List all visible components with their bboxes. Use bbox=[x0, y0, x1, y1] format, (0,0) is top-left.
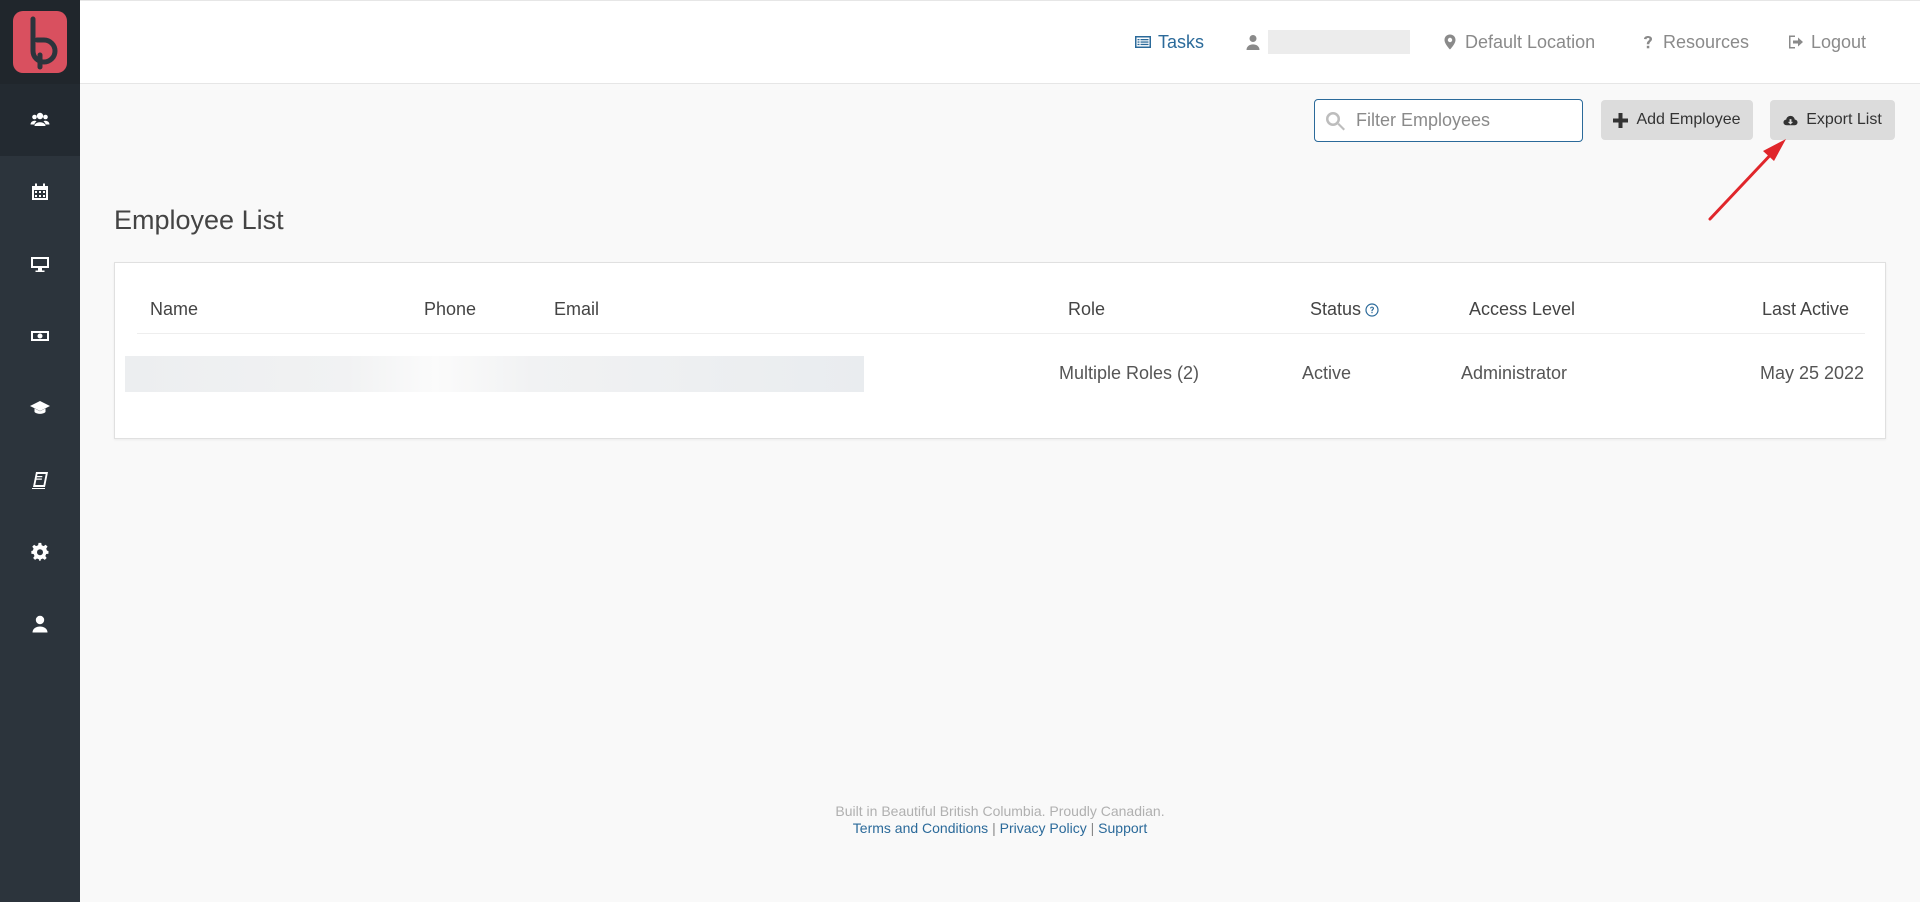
resources-link[interactable]: Resources bbox=[1640, 29, 1749, 55]
column-header-name[interactable]: Name bbox=[150, 299, 198, 320]
question-icon bbox=[1644, 36, 1652, 49]
book-icon bbox=[32, 472, 48, 489]
search-icon bbox=[1326, 111, 1345, 130]
logo-box[interactable] bbox=[0, 0, 80, 84]
users-icon bbox=[30, 112, 50, 126]
monitor-icon bbox=[31, 257, 49, 272]
sidebar-item-devices[interactable] bbox=[0, 228, 80, 300]
logout-link[interactable]: Logout bbox=[1788, 29, 1866, 55]
brand-logo bbox=[13, 11, 67, 73]
user-icon bbox=[1246, 35, 1260, 50]
sidebar-item-account[interactable] bbox=[0, 588, 80, 660]
gear-icon bbox=[31, 542, 49, 561]
tasks-link[interactable]: Tasks bbox=[1135, 29, 1204, 55]
employee-table: Name Phone Email Role Status Access Leve… bbox=[114, 262, 1886, 439]
row-status: Active bbox=[1302, 363, 1352, 383]
header-divider bbox=[137, 333, 1865, 334]
calendar-icon bbox=[32, 183, 48, 200]
column-header-email[interactable]: Email bbox=[554, 299, 599, 320]
money-icon bbox=[31, 331, 49, 341]
sidebar-item-documents[interactable] bbox=[0, 444, 80, 516]
plus-icon bbox=[1613, 112, 1629, 128]
redacted-contact-info bbox=[125, 356, 864, 392]
graduation-cap-icon bbox=[30, 401, 50, 414]
cloud-download-icon bbox=[1783, 115, 1798, 125]
user-menu[interactable] bbox=[1245, 29, 1410, 55]
filter-employees-field[interactable] bbox=[1314, 99, 1583, 142]
location-link[interactable]: Default Location bbox=[1442, 29, 1595, 55]
user-icon bbox=[32, 615, 48, 633]
filter-employees-input[interactable] bbox=[1356, 110, 1556, 131]
support-link[interactable]: Support bbox=[1098, 820, 1147, 836]
row-role: Multiple Roles (2) bbox=[1059, 363, 1200, 383]
column-header-phone[interactable]: Phone bbox=[424, 299, 476, 320]
column-header-status[interactable]: Status bbox=[1310, 299, 1379, 320]
logout-icon bbox=[1789, 35, 1803, 49]
column-header-access-level[interactable]: Access Level bbox=[1469, 299, 1575, 320]
tasks-label: Tasks bbox=[1158, 31, 1205, 52]
export-list-button[interactable]: Export List bbox=[1770, 100, 1895, 140]
logout-label: Logout bbox=[1811, 31, 1867, 52]
resources-label: Resources bbox=[1663, 31, 1750, 52]
sidebar-item-employees[interactable] bbox=[0, 84, 80, 156]
map-marker-icon bbox=[1444, 34, 1456, 50]
column-header-last-active[interactable]: Last Active bbox=[1762, 299, 1849, 320]
sidebar-item-payroll[interactable] bbox=[0, 300, 80, 372]
page-title: Employee List bbox=[114, 205, 284, 235]
footer-separator: | bbox=[992, 820, 996, 836]
column-header-role[interactable]: Role bbox=[1068, 299, 1105, 320]
redacted-user-name bbox=[1268, 30, 1410, 54]
add-employee-label: Add Employee bbox=[1636, 111, 1741, 128]
footer-links: Terms and Conditions | Privacy Policy | … bbox=[80, 820, 1920, 837]
list-icon bbox=[1135, 36, 1151, 48]
top-navbar: Tasks Default Location Resources Logout bbox=[80, 0, 1920, 84]
row-access-level: Administrator bbox=[1461, 363, 1568, 383]
sidebar-item-training[interactable] bbox=[0, 372, 80, 444]
sidebar-item-settings[interactable] bbox=[0, 516, 80, 588]
annotation-arrow bbox=[1708, 139, 1786, 221]
footer: Built in Beautiful British Columbia. Pro… bbox=[80, 803, 1920, 837]
row-last-active: May 25 2022 bbox=[1760, 363, 1865, 383]
status-header-label: Status bbox=[1310, 299, 1362, 319]
location-label: Default Location bbox=[1465, 31, 1596, 52]
sidebar-item-schedule[interactable] bbox=[0, 156, 80, 228]
help-circle-icon[interactable] bbox=[1365, 302, 1379, 317]
terms-link[interactable]: Terms and Conditions bbox=[853, 820, 988, 836]
sidebar bbox=[0, 0, 80, 902]
privacy-link[interactable]: Privacy Policy bbox=[1000, 820, 1087, 836]
export-list-label: Export List bbox=[1806, 111, 1882, 128]
footer-separator: | bbox=[1090, 820, 1095, 836]
add-employee-button[interactable]: Add Employee bbox=[1601, 100, 1753, 140]
footer-tagline: Built in Beautiful British Columbia. Pro… bbox=[835, 803, 1165, 819]
